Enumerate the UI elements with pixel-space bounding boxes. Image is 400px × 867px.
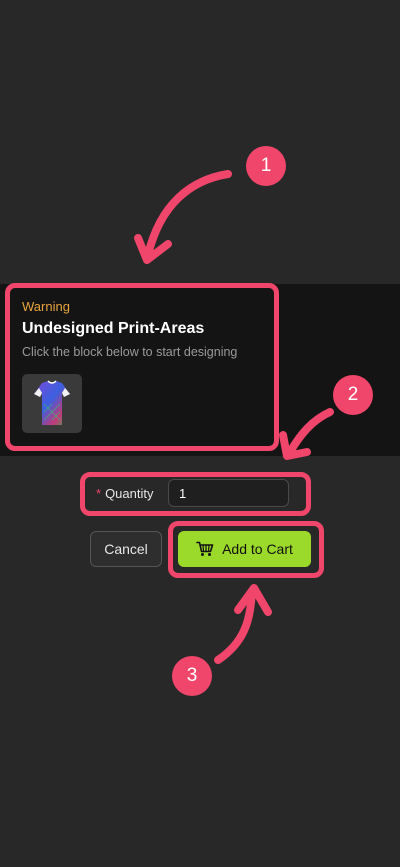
arrow-1-icon [144, 170, 232, 259]
step-marker-1: 1 [246, 146, 286, 186]
step-marker-2: 2 [333, 375, 373, 415]
arrow-2-icon [286, 408, 334, 456]
annotation-arrows [134, 170, 334, 664]
step-marker-3: 3 [172, 656, 212, 696]
